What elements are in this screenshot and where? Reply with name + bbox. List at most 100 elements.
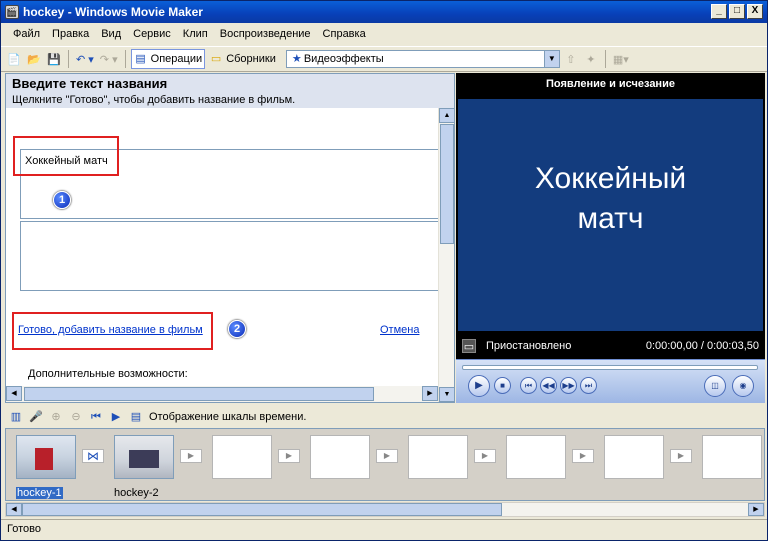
empty-clip-slot[interactable] xyxy=(506,435,566,479)
previous-frame-icon[interactable]: ⏮ xyxy=(520,377,537,394)
open-project-icon[interactable]: 📂 xyxy=(25,49,43,69)
play-storyboard-icon[interactable]: ▶ xyxy=(109,410,123,424)
up-folder-icon[interactable]: ⇧ xyxy=(562,49,580,69)
movie-maker-icon: 🎬 xyxy=(5,5,19,19)
menu-bar: Файл Правка Вид Сервис Клип Воспроизведе… xyxy=(1,24,767,44)
toolbar-separator xyxy=(124,50,126,68)
new-project-icon[interactable]: 📄 xyxy=(5,49,23,69)
scroll-down-icon[interactable]: ▼ xyxy=(439,387,455,402)
timeline-view-icon[interactable]: ▤ xyxy=(129,410,143,424)
scroll-right-icon[interactable]: ▶ xyxy=(422,386,438,401)
maximize-button[interactable]: □ xyxy=(729,4,745,19)
menu-tools[interactable]: Сервис xyxy=(127,28,177,40)
storyboard-scrollbar[interactable]: ◀ ▶ xyxy=(5,502,765,517)
storyboard-icon[interactable]: ▥ xyxy=(9,410,23,424)
zoom-in-icon[interactable]: ⊕ xyxy=(49,410,63,424)
status-bar: Готово xyxy=(1,519,767,540)
preview-screen: Хоккейный матч xyxy=(458,99,763,331)
operations-label: Операции xyxy=(150,53,203,65)
save-project-icon[interactable]: 💾 xyxy=(45,49,63,69)
empty-clip-slot[interactable] xyxy=(212,435,272,479)
menu-play[interactable]: Воспроизведение xyxy=(214,28,317,40)
operations-icon: ▤ xyxy=(135,53,146,65)
title-bar: 🎬 hockey - Windows Movie Maker _ □ X xyxy=(1,1,767,23)
zoom-out-icon[interactable]: ⊖ xyxy=(69,410,83,424)
horizontal-scrollbar[interactable]: ◀ ▶ xyxy=(6,386,438,402)
vertical-scrollbar[interactable]: ▲ ▼ xyxy=(438,108,455,402)
clip-name-1[interactable]: hockey-1 xyxy=(16,487,63,499)
app-window: 🎬 hockey - Windows Movie Maker _ □ X Фай… xyxy=(0,0,768,541)
preview-monitor: Появление и исчезание Хоккейный матч ▭ П… xyxy=(456,73,765,403)
empty-clip-slot[interactable] xyxy=(604,435,664,479)
task-heading: Введите текст названия xyxy=(12,76,168,91)
hockey-players-image xyxy=(129,450,159,468)
playback-status: ▭ Приостановлено 0:00:00,00 / 0:00:03,50 xyxy=(456,335,765,357)
minimize-button[interactable]: _ xyxy=(711,4,727,19)
operations-button[interactable]: ▤ Операции xyxy=(130,49,206,69)
fast-forward-icon[interactable]: ▶▶ xyxy=(560,377,577,394)
task-header: Введите текст названия Щелкните "Готово"… xyxy=(6,74,454,108)
scroll-right-icon[interactable]: ▶ xyxy=(748,503,764,516)
close-button[interactable]: X xyxy=(747,4,763,19)
chevron-down-icon[interactable]: ▼ xyxy=(543,51,559,67)
horizontal-scroll-thumb[interactable] xyxy=(24,387,374,401)
redo-icon[interactable]: ↷ ▾ xyxy=(98,49,120,69)
undo-icon[interactable]: ↶ ▾ xyxy=(74,49,96,69)
cancel-link[interactable]: Отмена xyxy=(380,324,419,336)
transition-bowtie-icon[interactable]: ⋈ xyxy=(82,449,104,463)
menu-edit[interactable]: Правка xyxy=(46,28,95,40)
monitor-icon: ▭ xyxy=(462,339,476,353)
vertical-scroll-thumb[interactable] xyxy=(440,124,454,244)
empty-clip-slot[interactable] xyxy=(702,435,762,479)
timeline-view-link[interactable]: Отображение шкалы времени. xyxy=(149,411,306,423)
scroll-left-icon[interactable]: ◀ xyxy=(6,503,22,516)
empty-clip-slot[interactable] xyxy=(408,435,468,479)
seek-slider[interactable] xyxy=(462,365,758,370)
menu-view[interactable]: Вид xyxy=(95,28,127,40)
subtitle-text-input[interactable] xyxy=(20,221,442,291)
rewind-storyboard-icon[interactable]: ⏮ xyxy=(89,410,103,424)
scroll-up-icon[interactable]: ▲ xyxy=(439,108,455,123)
empty-clip-slot[interactable] xyxy=(310,435,370,479)
transition-slot-1[interactable]: ▶ xyxy=(180,449,202,463)
clip-name-2[interactable]: hockey-2 xyxy=(114,487,159,499)
next-frame-icon[interactable]: ⏭ xyxy=(580,377,597,394)
collections-button[interactable]: ▭ Сборники xyxy=(207,49,278,69)
transition-slot-2[interactable]: ▶ xyxy=(278,449,300,463)
menu-help[interactable]: Справка xyxy=(317,28,372,40)
rewind-icon[interactable]: ◀◀ xyxy=(540,377,557,394)
more-options-label: Дополнительные возможности: xyxy=(28,368,188,380)
transition-slot-5[interactable]: ▶ xyxy=(572,449,594,463)
step-badge-1: 1 xyxy=(53,191,71,209)
clip-thumbnail-2[interactable] xyxy=(114,435,174,479)
collections-label: Сборники xyxy=(226,53,276,65)
stop-icon[interactable]: ■ xyxy=(494,377,511,394)
playback-time: 0:00:00,00 / 0:00:03,50 xyxy=(645,340,759,352)
views-icon[interactable]: ▦▾ xyxy=(611,49,631,69)
play-icon[interactable]: ▶ xyxy=(468,375,490,397)
collections-combo[interactable]: ★ Видеоэффекты ▼ xyxy=(285,50,560,68)
narrate-icon[interactable]: 🎤 xyxy=(29,410,43,424)
highlight-box-1 xyxy=(13,136,119,176)
transition-slot-3[interactable]: ▶ xyxy=(376,449,398,463)
split-clip-icon[interactable]: ◫ xyxy=(704,375,726,397)
hockey-goalie-image xyxy=(35,448,53,470)
transition-slot-6[interactable]: ▶ xyxy=(670,449,692,463)
toolbar-separator xyxy=(604,50,606,68)
storyboard: ⋈ ▶ ▶ ▶ ▶ ▶ ▶ hockey-1 hockey-2 xyxy=(5,428,765,501)
preview-line-2: матч xyxy=(577,202,644,235)
preview-line-1: Хоккейный xyxy=(534,162,687,195)
status-text: Готово xyxy=(7,523,41,535)
snapshot-camera-icon[interactable]: ◉ xyxy=(732,375,754,397)
scroll-left-icon[interactable]: ◀ xyxy=(6,386,22,401)
playback-state: Приостановлено xyxy=(486,340,572,352)
transition-slot-4[interactable]: ▶ xyxy=(474,449,496,463)
new-folder-icon[interactable]: ✦ xyxy=(582,49,600,69)
video-effects-icon: ★ xyxy=(291,53,302,65)
clip-thumbnail-1[interactable] xyxy=(16,435,76,479)
window-title: hockey - Windows Movie Maker xyxy=(23,5,203,19)
menu-clip[interactable]: Клип xyxy=(177,28,214,40)
menu-file[interactable]: Файл xyxy=(7,28,46,40)
playback-controls: ▶ ■ ⏮ ◀◀ ▶▶ ⏭ ◫ ◉ xyxy=(456,359,765,403)
storyboard-scroll-thumb[interactable] xyxy=(22,503,502,516)
